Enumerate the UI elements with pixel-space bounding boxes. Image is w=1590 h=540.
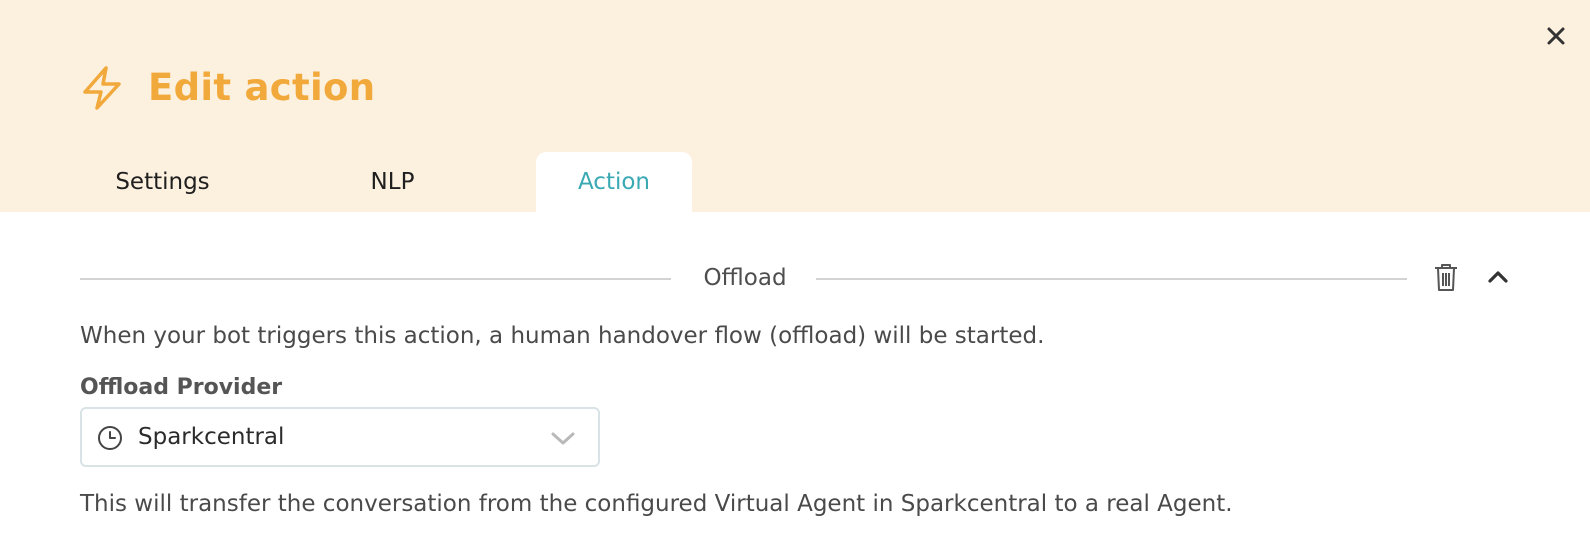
tab-action[interactable]: Action (536, 152, 692, 212)
tab-nlp[interactable]: NLP (330, 152, 455, 212)
tab-settings[interactable]: Settings (80, 152, 245, 212)
lightning-bolt-icon (83, 66, 121, 110)
close-icon[interactable] (1544, 24, 1568, 48)
section-divider-left (80, 278, 671, 280)
chevron-down-icon[interactable] (550, 429, 576, 447)
action-description: When your bot triggers this action, a hu… (80, 323, 1045, 349)
title-row: Edit action (80, 62, 375, 114)
section-title: Offload (703, 265, 787, 291)
clock-icon (98, 426, 122, 450)
dialog-header: Edit action Settings NLP Action (0, 0, 1590, 212)
page-title: Edit action (148, 66, 376, 109)
trash-icon[interactable] (1433, 262, 1459, 292)
offload-provider-label: Offload Provider (80, 375, 283, 400)
offload-provider-value: Sparkcentral (138, 424, 285, 450)
offload-provider-note: This will transfer the conversation from… (80, 491, 1233, 517)
offload-provider-select[interactable]: Sparkcentral (80, 407, 600, 467)
chevron-up-icon[interactable] (1486, 266, 1510, 286)
section-divider-right (816, 278, 1407, 280)
